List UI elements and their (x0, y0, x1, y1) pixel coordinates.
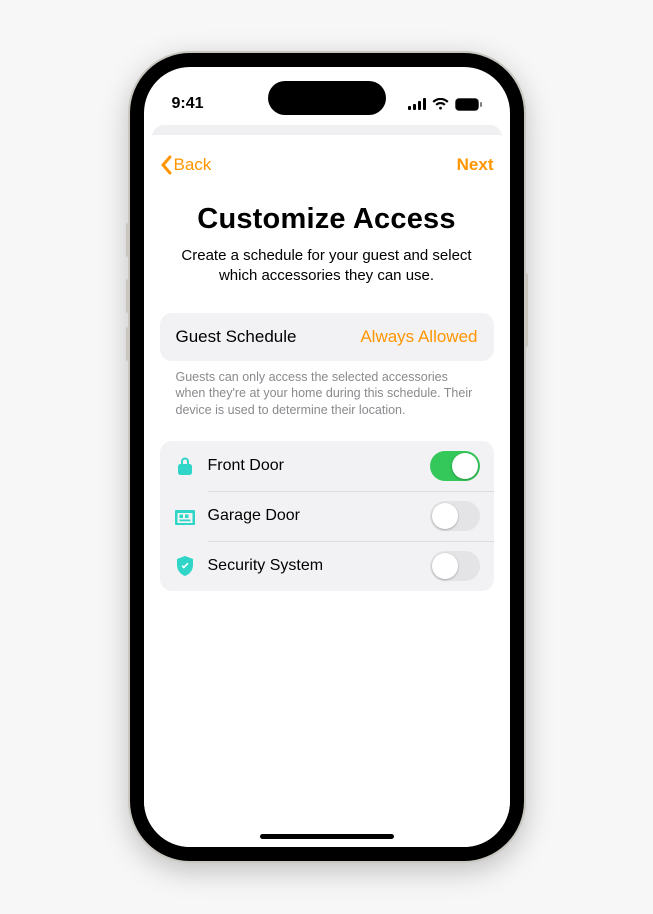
guest-schedule-value: Always Allowed (360, 327, 477, 347)
accessory-toggle[interactable] (430, 501, 480, 531)
next-button[interactable]: Next (457, 155, 494, 175)
garage-icon (172, 503, 198, 529)
battery-icon (455, 98, 482, 111)
accessory-row: Front Door (160, 441, 494, 491)
accessory-row: Garage Door (160, 491, 494, 541)
back-label: Back (174, 155, 212, 175)
wifi-icon (432, 98, 449, 110)
guest-schedule-row[interactable]: Guest Schedule Always Allowed (160, 313, 494, 361)
back-button[interactable]: Back (160, 155, 212, 175)
accessory-toggle[interactable] (430, 551, 480, 581)
guest-schedule-card: Guest Schedule Always Allowed (160, 313, 494, 361)
nav-bar: Back Next (160, 149, 494, 181)
page-subtitle: Create a schedule for your guest and sel… (176, 246, 478, 287)
schedule-footnote: Guests can only access the selected acce… (160, 361, 494, 420)
dynamic-island (268, 81, 386, 115)
accessory-row: Security System (160, 541, 494, 591)
chevron-left-icon (160, 155, 172, 175)
accessory-toggle[interactable] (430, 451, 480, 481)
accessory-label: Security System (208, 557, 430, 575)
accessory-list: Front Door Garage Door Security System (160, 441, 494, 591)
page-title: Customize Access (160, 203, 494, 236)
lock-icon (172, 453, 198, 479)
sheet: Back Next Customize Access Create a sche… (144, 135, 510, 847)
shield-icon (172, 553, 198, 579)
screen: 9:41 (144, 67, 510, 847)
accessory-label: Front Door (208, 457, 430, 475)
status-time: 9:41 (172, 95, 204, 113)
guest-schedule-label: Guest Schedule (176, 327, 297, 347)
accessory-label: Garage Door (208, 507, 430, 525)
phone-frame: 9:41 (130, 53, 524, 861)
cellular-icon (408, 98, 426, 110)
status-indicators (408, 98, 482, 111)
home-indicator[interactable] (260, 834, 394, 839)
